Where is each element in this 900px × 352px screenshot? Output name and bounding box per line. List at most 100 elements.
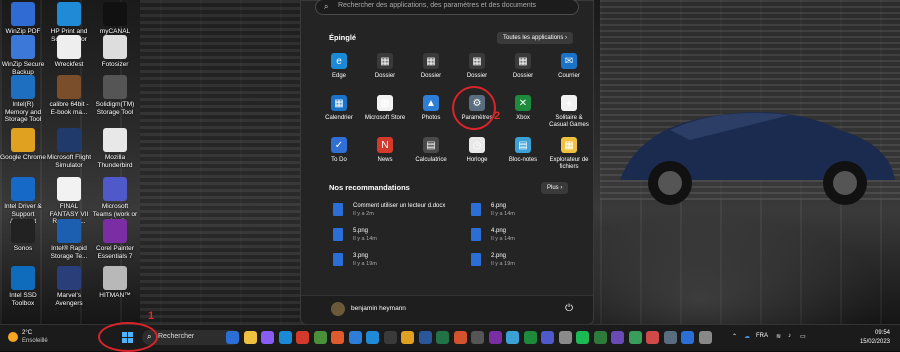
avatar[interactable] — [331, 302, 345, 316]
taskbar-app-icon[interactable] — [453, 331, 467, 344]
volume-icon[interactable]: ♪ — [788, 333, 791, 339]
taskbar-app-icon[interactable] — [698, 331, 712, 344]
taskbar-app-icon[interactable] — [261, 331, 274, 344]
clock-time[interactable]: 09:54 — [875, 330, 890, 336]
lang-indicator[interactable]: FRA — [756, 333, 768, 339]
taskbar-app-icon[interactable] — [296, 331, 309, 344]
all-apps-button[interactable]: Toutes les applications › — [497, 32, 574, 44]
pinned-app[interactable]: ▲ Photos — [409, 95, 453, 122]
desktop-icon[interactable]: WinZip Secure Backup — [0, 35, 46, 76]
taskbar-app-icon[interactable] — [523, 331, 537, 344]
app-icon — [57, 177, 81, 201]
pinned-app[interactable]: ▦ Microsoft Store — [363, 95, 407, 122]
pinned-app[interactable]: ▦ Explorateur de fichiers — [547, 137, 591, 171]
recommendations-title: Nos recommandations — [329, 183, 410, 192]
start-search-input[interactable]: ⌕ Rechercher des applications, des param… — [315, 0, 579, 15]
desktop-icon[interactable]: myCANAL — [92, 2, 138, 36]
taskbar-app-icon[interactable] — [576, 331, 589, 344]
taskbar-app-icon[interactable] — [348, 331, 362, 344]
taskbar-app-icon[interactable] — [611, 331, 624, 344]
battery-icon[interactable]: ▭ — [800, 333, 806, 340]
pinned-app-label: Horloge — [466, 157, 488, 163]
desktop-icon[interactable]: Sonos — [0, 219, 46, 253]
taskbar-app-icon[interactable] — [646, 331, 659, 344]
taskbar-app-icon[interactable] — [663, 331, 677, 344]
desktop-icon[interactable]: Wreckfest — [46, 35, 92, 69]
desktop-icon[interactable]: Marvel's Avengers — [46, 266, 92, 307]
more-button[interactable]: Plus › — [541, 182, 569, 194]
desktop-icon-label: Intel SSD Toolbox — [9, 292, 37, 307]
pinned-app[interactable]: N News — [363, 137, 407, 164]
user-name[interactable]: benjamin heymann — [351, 305, 406, 312]
clock-icon: ◷ — [469, 137, 485, 153]
onedrive-icon[interactable]: ☁ — [744, 333, 750, 340]
app-icon — [103, 219, 127, 243]
app-icon — [11, 266, 35, 290]
pinned-app-label: Explorateur de fichiers — [549, 157, 589, 170]
app-icon — [57, 75, 81, 99]
pinned-app[interactable]: ◷ Horloge — [455, 137, 499, 164]
recommendation-time: Il y a 14m — [491, 236, 515, 242]
file-icon — [333, 228, 343, 241]
pinned-app-label: Dossier — [466, 73, 488, 79]
desktop-icon[interactable]: Microsoft Flight Simulator — [46, 128, 92, 169]
desktop-icon-label: HITMAN™ — [99, 292, 131, 299]
pinned-app[interactable]: ✉ Courrier — [547, 53, 591, 80]
taskbar-app-icon[interactable] — [488, 331, 502, 344]
pinned-app[interactable]: ▦ Dossier — [455, 53, 499, 80]
desktop-icon[interactable]: calibre 64bit - E-book ma... — [46, 75, 92, 116]
pinned-app[interactable]: ✓ To Do — [317, 137, 361, 164]
desktop-icon[interactable]: Mozilla Thunderbird — [92, 128, 138, 169]
desktop-icon[interactable]: Intel SSD Toolbox — [0, 266, 46, 307]
pinned-app[interactable]: ▦ Dossier — [501, 53, 545, 80]
desktop-icon-label: Intel(R) Memory and Storage Tool — [4, 101, 42, 123]
taskbar-app-icon[interactable] — [681, 331, 694, 344]
taskbar-app-icon[interactable] — [436, 331, 449, 344]
system-tray: ⌃ ☁ FRA ≋ ♪ ▭ — [730, 325, 900, 351]
app-icon — [103, 128, 127, 152]
folder-icon: ▦ — [515, 53, 531, 69]
taskbar-app-icon[interactable] — [383, 331, 397, 344]
taskbar-app-icon[interactable] — [418, 331, 432, 344]
search-placeholder: Rechercher des applications, des paramèt… — [338, 2, 537, 9]
taskbar-app-icon[interactable] — [593, 331, 607, 344]
pinned-app[interactable]: ▦ Calendrier — [317, 95, 361, 122]
folder-icon: ▦ — [469, 53, 485, 69]
desktop-icon[interactable]: Fotosizer — [92, 35, 138, 69]
pinned-app[interactable]: ▦ Dossier — [363, 53, 407, 80]
taskbar-app-icon[interactable] — [366, 331, 379, 344]
taskbar-app-icon[interactable] — [313, 331, 327, 344]
app-icon — [103, 2, 127, 26]
taskbar-app-icon[interactable] — [506, 331, 519, 344]
chevron-up-icon[interactable]: ⌃ — [732, 333, 737, 340]
pinned-app[interactable]: ▤ Calculatrice — [409, 137, 453, 164]
taskbar-app-icon[interactable] — [471, 331, 484, 344]
taskbar-app-icon[interactable] — [243, 331, 257, 344]
taskbar-app-icon[interactable] — [331, 331, 344, 344]
pinned-app[interactable]: ▤ Bloc-notes — [501, 137, 545, 164]
desktop-icon[interactable]: Google Chrome — [0, 128, 46, 162]
pinned-app[interactable]: e Edge — [317, 53, 361, 80]
taskbar-app-icon[interactable] — [278, 331, 292, 344]
wifi-icon[interactable]: ≋ — [776, 333, 781, 340]
desktop-icon[interactable]: HITMAN™ — [92, 266, 138, 300]
pinned-app[interactable]: ✕ Xbox — [501, 95, 545, 122]
folder-icon: ▦ — [377, 53, 393, 69]
desktop-icon[interactable]: Corel Painter Essentials 7 — [92, 219, 138, 260]
pinned-app[interactable]: ▦ Dossier — [409, 53, 453, 80]
desktop-icon[interactable]: Intel® Rapid Storage Te... — [46, 219, 92, 260]
sun-icon — [8, 332, 18, 342]
desktop-icon[interactable]: Solidigm(TM) Storage Tool — [92, 75, 138, 116]
pinned-app[interactable]: ♠ Solitaire & Casual Games — [547, 95, 591, 129]
pinned-app-label: Dossier — [374, 73, 396, 79]
taskbar-app-icon[interactable] — [226, 331, 239, 344]
taskbar-app-icon[interactable] — [558, 331, 572, 344]
taskbar-app-icon[interactable] — [628, 331, 642, 344]
clock-date[interactable]: 15/02/2023 — [860, 339, 890, 345]
power-icon[interactable]: ⏻ — [565, 303, 573, 314]
recommendation-time: Il y a 2m — [353, 211, 374, 217]
desktop-icon[interactable]: Intel(R) Memory and Storage Tool — [0, 75, 46, 124]
taskbar-app-icon[interactable] — [401, 331, 414, 344]
pinned-app-label: Courrier — [558, 73, 580, 79]
taskbar-app-icon[interactable] — [541, 331, 554, 344]
